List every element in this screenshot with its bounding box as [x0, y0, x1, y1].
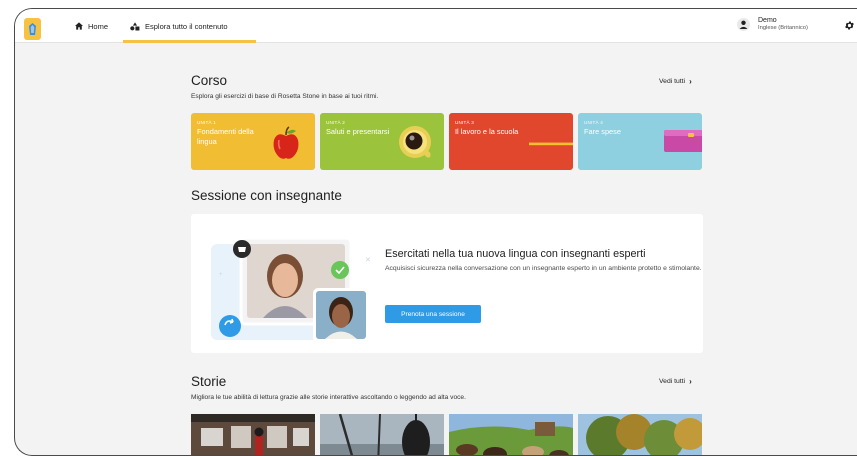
pencil-icon: [529, 142, 573, 146]
story-image-cows: [449, 414, 573, 455]
gear-icon[interactable]: [844, 20, 855, 31]
unit-card-1[interactable]: UNITÀ 1 Fondamenti della lingua: [191, 113, 315, 170]
story-card-2[interactable]: [320, 414, 444, 455]
avatar: [737, 18, 750, 31]
story-card-3[interactable]: [449, 414, 573, 455]
stories-section-title: Storie: [191, 374, 227, 389]
unit-number: UNITÀ 4: [584, 120, 604, 125]
story-image-guards: [191, 414, 315, 455]
unit-title: Fondamenti della lingua: [197, 127, 254, 146]
stories-see-all-link[interactable]: Vedi tutti ›: [659, 377, 692, 386]
home-icon: [75, 22, 83, 30]
story-image-trees: [578, 414, 702, 455]
unit-card-4[interactable]: UNITÀ 4 Fare spese: [578, 113, 702, 170]
app-window: Home Esplora tutto il contenuto Demo Ing…: [14, 8, 857, 456]
user-name: Demo: [758, 17, 777, 24]
user-language: Inglese (Britannico): [758, 25, 808, 31]
tutor-description: Acquisisci sicurezza nella conversazione…: [385, 265, 702, 272]
see-all-label: Vedi tutti: [659, 378, 686, 385]
course-section-subtitle: Esplora gli esercizi di base di Rosetta …: [191, 93, 379, 100]
logo-icon: [29, 23, 36, 35]
unit-number: UNITÀ 3: [455, 120, 475, 125]
shapes-icon: [130, 21, 140, 30]
nav-home[interactable]: Home: [75, 9, 108, 43]
unit-number: UNITÀ 1: [197, 120, 217, 125]
book-session-button[interactable]: Prenota una sessione: [385, 305, 481, 323]
tutor-session-card: + ✕ Esercitati nella tua nuova lingua co…: [191, 214, 703, 353]
tutor-section-title: Sessione con insegnante: [191, 188, 342, 203]
course-section-title: Corso: [191, 73, 228, 88]
unit-card-2[interactable]: UNITÀ 2 Saluti e presentarsi: [320, 113, 444, 170]
active-tab-indicator: [123, 40, 256, 43]
unit-title: Il lavoro e la scuola: [455, 127, 519, 136]
nav-explore-label: Esplora tutto il contenuto: [145, 21, 228, 31]
story-image-playground: [320, 414, 444, 455]
stories-section-subtitle: Migliora le tue abilità di lettura grazi…: [191, 394, 466, 401]
story-card-4[interactable]: [578, 414, 702, 455]
tutor-illustration: + ✕: [211, 236, 371, 342]
see-all-label: Vedi tutti: [659, 78, 686, 85]
user-menu[interactable]: Demo Inglese (Britannico): [737, 17, 808, 32]
svg-text:+: +: [219, 272, 223, 278]
tutor-heading: Esercitati nella tua nuova lingua con in…: [385, 248, 646, 260]
course-see-all-link[interactable]: Vedi tutti ›: [659, 77, 692, 86]
story-card-1[interactable]: [191, 414, 315, 455]
nav-explore-all[interactable]: Esplora tutto il contenuto: [130, 9, 228, 43]
wallet-icon: [664, 130, 702, 152]
unit-title: Fare spese: [584, 127, 621, 136]
unit-number: UNITÀ 2: [326, 120, 346, 125]
unit-card-3[interactable]: UNITÀ 3 Il lavoro e la scuola: [449, 113, 573, 170]
coffee-cup-icon: [399, 126, 431, 158]
top-navigation-bar: Home Esplora tutto il contenuto Demo Ing…: [15, 9, 857, 43]
rosetta-stone-logo[interactable]: [24, 18, 41, 40]
chevron-right-icon: ›: [689, 377, 692, 386]
svg-text:✕: ✕: [365, 257, 371, 264]
chevron-right-icon: ›: [689, 77, 692, 86]
nav-home-label: Home: [88, 21, 109, 31]
unit-title: Saluti e presentarsi: [326, 127, 390, 136]
user-icon: [739, 20, 748, 29]
apple-icon: [273, 126, 299, 159]
